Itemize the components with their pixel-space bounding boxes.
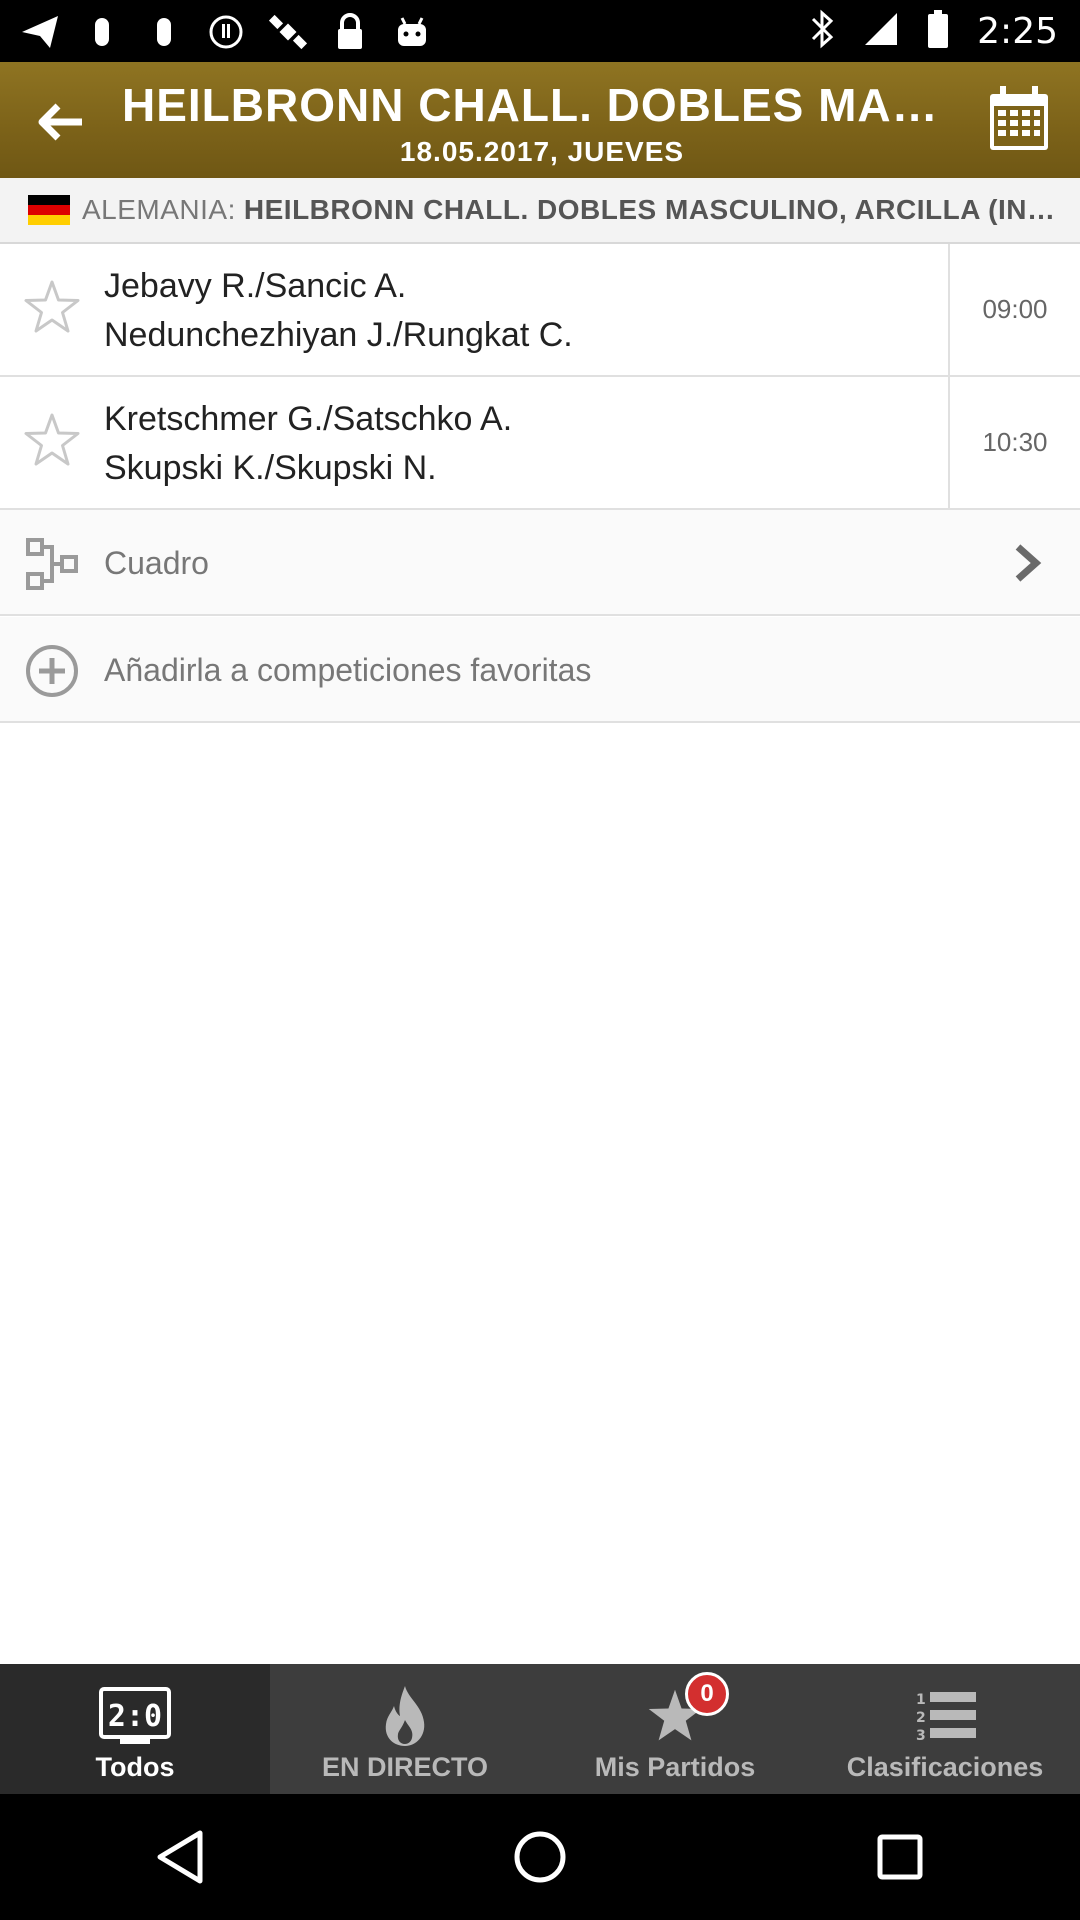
send-icon: [20, 12, 60, 52]
pause-icon: [144, 12, 184, 52]
svg-text:1: 1: [916, 1692, 926, 1708]
team-away: Nedunchezhiyan J./Rungkat C.: [104, 316, 573, 354]
pause-icon: [82, 12, 122, 52]
match-count-badge: 0: [685, 1672, 729, 1716]
chevron-right-icon: [1015, 544, 1042, 582]
satellite-icon: [268, 12, 308, 52]
nav-clasificaciones-label: Clasificaciones: [846, 1752, 1044, 1782]
status-bar: 2:25: [0, 0, 1080, 62]
bracket-icon: [26, 538, 78, 590]
back-button[interactable]: [30, 92, 90, 152]
signal-icon: [863, 11, 899, 51]
team-home: Kretschmer G./Satschko A.: [104, 400, 513, 438]
match-row[interactable]: Jebavy R./Sancic A. Nedunchezhiyan J./Ru…: [0, 244, 1080, 377]
nav-mis-partidos-label: Mis Partidos: [594, 1752, 756, 1782]
germany-flag-icon: [28, 195, 70, 225]
square-recents-icon: [877, 1834, 923, 1880]
score-icon-text: 2:0: [108, 1699, 162, 1734]
score-icon: 2:0: [98, 1684, 172, 1748]
flame-icon: [378, 1684, 432, 1748]
nav-clasificaciones[interactable]: 1 2 3 Clasificaciones: [810, 1664, 1080, 1794]
circle-home-icon: [514, 1831, 566, 1883]
nav-mis-partidos[interactable]: 0 Mis Partidos: [540, 1664, 810, 1794]
back-arrow-icon: [38, 103, 82, 141]
ranking-list-icon: 1 2 3: [912, 1684, 978, 1748]
nav-todos[interactable]: 2:0 Todos: [0, 1664, 270, 1794]
nav-en-directo-label: EN DIRECTO: [321, 1752, 489, 1782]
match-teams: Kretschmer G./Satschko A. Skupski K./Sku…: [104, 395, 512, 493]
star-icon: 0: [645, 1672, 729, 1748]
match-row[interactable]: Kretschmer G./Satschko A. Skupski K./Sku…: [0, 377, 1080, 510]
calendar-icon: [990, 86, 1048, 150]
system-recents-button[interactable]: [850, 1807, 950, 1907]
page-date: 18.05.2017, JUEVES: [399, 136, 685, 167]
triangle-back-icon: [157, 1830, 203, 1884]
nav-en-directo[interactable]: EN DIRECTO: [270, 1664, 540, 1794]
match-time: 09:00: [948, 244, 1080, 375]
draw-label: Cuadro: [104, 544, 209, 581]
android-icon: [392, 12, 432, 52]
system-home-button[interactable]: [490, 1807, 590, 1907]
info-icon: [206, 12, 246, 52]
team-home: Jebavy R./Sancic A.: [104, 267, 407, 305]
calendar-button[interactable]: [988, 86, 1050, 152]
app-header: HEILBRONN CHALL. DOBLES MAS... 18.05.201…: [0, 62, 1080, 178]
match-teams: Jebavy R./Sancic A. Nedunchezhiyan J./Ru…: [104, 262, 573, 360]
add-circle-icon: [26, 645, 78, 697]
add-favorite-competition[interactable]: Añadirla a competiciones favoritas: [0, 617, 1080, 723]
league-name: HEILBRONN CHALL. DOBLES MASCULINO, ARCIL…: [243, 194, 1056, 225]
nav-todos-label: Todos: [95, 1752, 175, 1782]
favorite-star-icon[interactable]: [20, 276, 84, 340]
lock-icon: [330, 12, 370, 52]
match-time: 10:30: [948, 377, 1080, 508]
status-time: 2:25: [977, 10, 1058, 52]
add-favorite-label: Añadirla a competiciones favoritas: [104, 651, 592, 688]
team-away: Skupski K./Skupski N.: [104, 449, 437, 487]
system-navigation-bar: [0, 1794, 1080, 1920]
svg-text:2: 2: [916, 1710, 926, 1726]
favorite-star-icon[interactable]: [20, 409, 84, 473]
battery-icon: [927, 9, 949, 53]
page-title: HEILBRONN CHALL. DOBLES MAS...: [122, 79, 962, 131]
bottom-navigation: 2:0 Todos EN DIRECTO 0 Mis Partidos 1 2 …: [0, 1664, 1080, 1794]
bluetooth-icon: [809, 9, 835, 53]
draw-link[interactable]: Cuadro: [0, 510, 1080, 616]
league-header[interactable]: ALEMANIA: HEILBRONN CHALL. DOBLES MASCUL…: [0, 178, 1080, 244]
svg-text:3: 3: [916, 1728, 926, 1744]
system-back-button[interactable]: [130, 1807, 230, 1907]
league-country: ALEMANIA:: [82, 194, 236, 225]
